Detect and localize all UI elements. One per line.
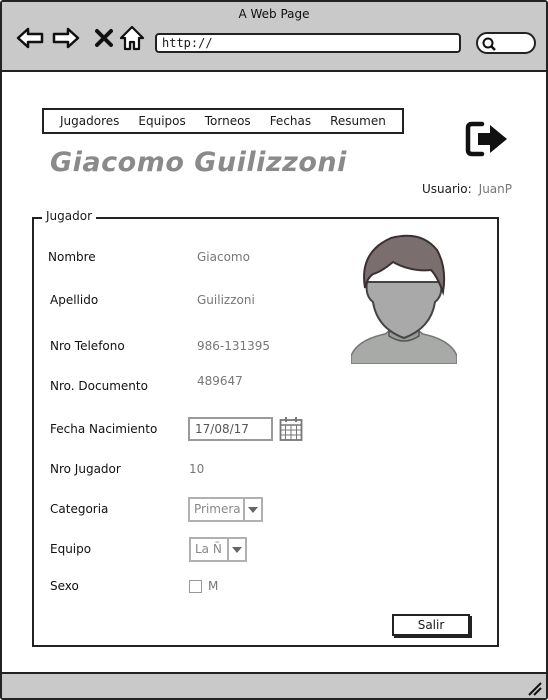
apellido-value: Guilizzoni bbox=[197, 293, 255, 307]
apellido-label: Apellido bbox=[50, 293, 99, 307]
browser-search-input[interactable] bbox=[476, 32, 536, 54]
chevron-down-icon[interactable] bbox=[227, 539, 245, 560]
equipo-selected-value: La Ñ bbox=[195, 542, 222, 556]
telefono-label: Nro Telefono bbox=[50, 339, 125, 353]
salir-button[interactable]: Salir bbox=[392, 614, 470, 636]
sexo-m-label: M bbox=[208, 579, 219, 593]
logout-icon[interactable] bbox=[464, 118, 510, 160]
browser-window: A Web Page http:// Jugadores Equipos Tor… bbox=[0, 0, 548, 700]
documento-label: Nro. Documento bbox=[50, 379, 148, 393]
menu-item-jugadores[interactable]: Jugadores bbox=[60, 114, 119, 128]
categoria-select[interactable]: Primera bbox=[188, 497, 263, 522]
window-title: A Web Page bbox=[238, 7, 310, 21]
documento-value: 489647 bbox=[197, 374, 243, 388]
menu-item-fechas[interactable]: Fechas bbox=[270, 114, 311, 128]
home-icon[interactable] bbox=[118, 24, 146, 52]
search-icon bbox=[482, 37, 496, 51]
user-info: Usuario: JuanP bbox=[422, 182, 512, 196]
nombre-label: Nombre bbox=[48, 250, 96, 264]
categoria-selected-value: Primera bbox=[194, 502, 241, 516]
menu-item-resumen[interactable]: Resumen bbox=[330, 114, 386, 128]
close-icon[interactable] bbox=[90, 24, 118, 52]
resize-grip-icon[interactable] bbox=[526, 680, 542, 696]
calendar-icon[interactable] bbox=[279, 416, 303, 446]
browser-chrome: A Web Page http:// bbox=[2, 2, 546, 72]
sexo-m-checkbox[interactable] bbox=[189, 580, 202, 593]
status-bar bbox=[2, 672, 546, 698]
equipo-label: Equipo bbox=[50, 542, 92, 556]
main-menu: Jugadores Equipos Torneos Fechas Resumen bbox=[42, 108, 404, 134]
nro-jugador-label: Nro Jugador bbox=[50, 462, 121, 476]
menu-item-equipos[interactable]: Equipos bbox=[138, 114, 185, 128]
url-input[interactable]: http:// bbox=[155, 33, 461, 53]
chevron-down-icon[interactable] bbox=[243, 499, 261, 520]
forward-arrow-icon[interactable] bbox=[52, 24, 80, 52]
user-value: JuanP bbox=[478, 182, 512, 196]
fecha-label: Fecha Nacimiento bbox=[50, 422, 158, 436]
fieldset-legend: Jugador bbox=[42, 209, 97, 223]
telefono-value: 986-131395 bbox=[197, 339, 271, 353]
fecha-nacimiento-input[interactable]: 17/08/17 bbox=[188, 417, 273, 441]
nombre-value: Giacomo bbox=[197, 250, 250, 264]
user-label: Usuario: bbox=[422, 182, 472, 196]
user-avatar-icon bbox=[350, 232, 458, 365]
categoria-label: Categoria bbox=[50, 502, 109, 516]
page-title: Giacomo Guilizzoni bbox=[50, 147, 347, 178]
back-arrow-icon[interactable] bbox=[16, 24, 44, 52]
equipo-select[interactable]: La Ñ bbox=[189, 537, 247, 562]
menu-item-torneos[interactable]: Torneos bbox=[205, 114, 251, 128]
sexo-label: Sexo bbox=[50, 579, 79, 593]
nro-jugador-value: 10 bbox=[189, 462, 205, 476]
